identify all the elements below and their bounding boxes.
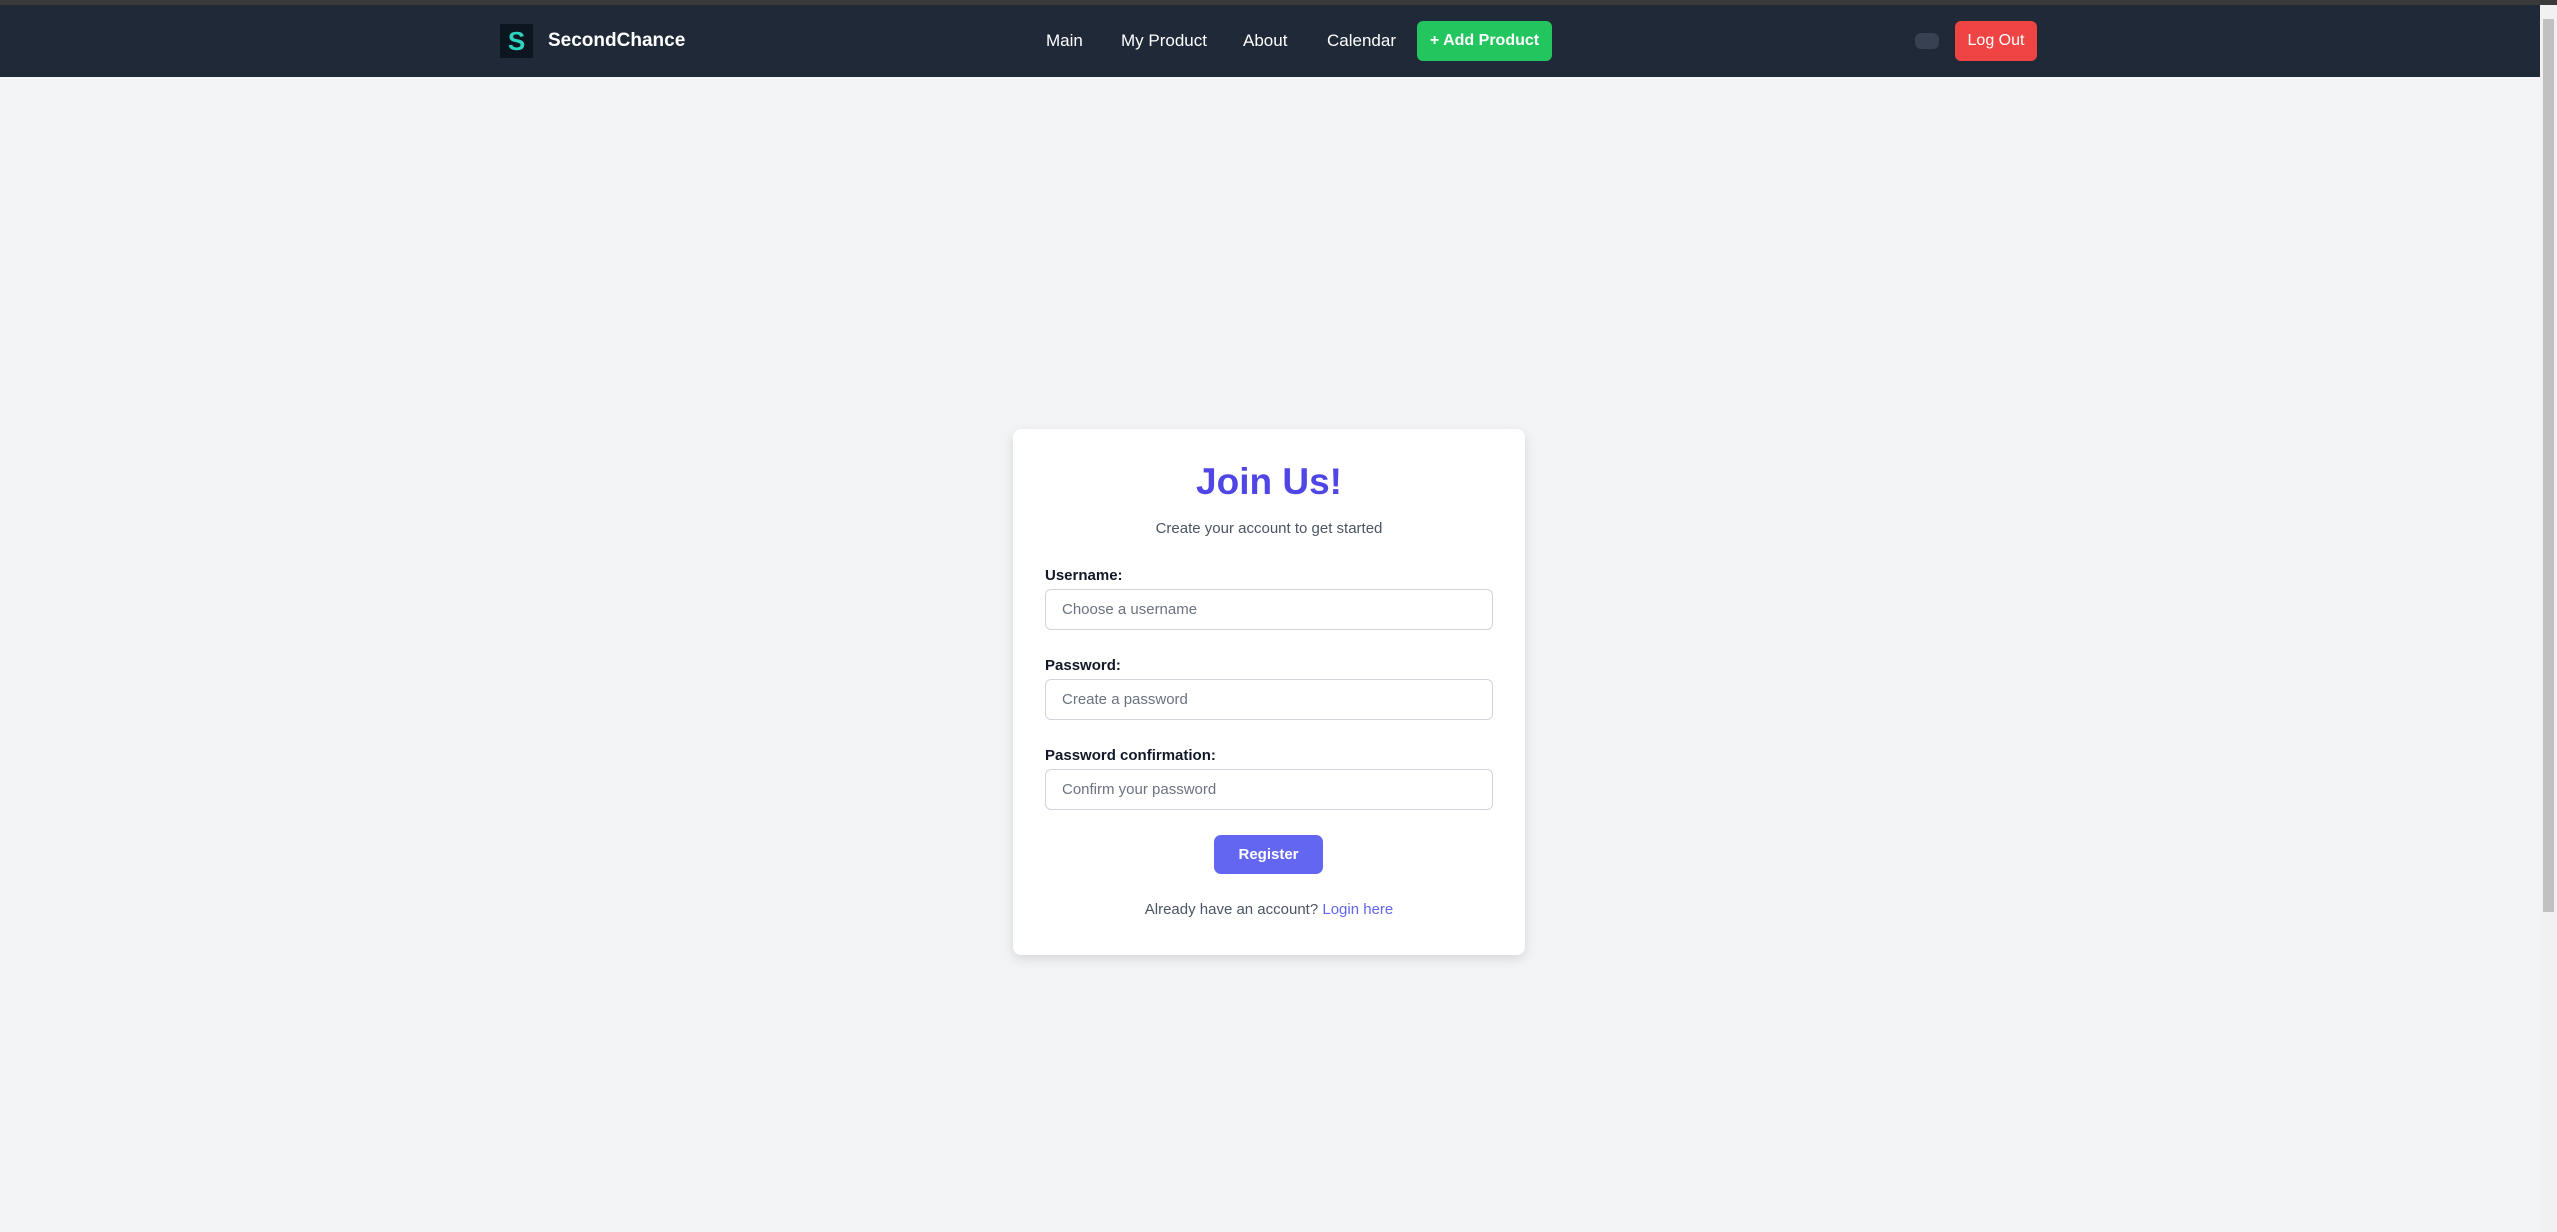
- password-confirmation-input[interactable]: [1045, 769, 1493, 810]
- theme-toggle[interactable]: [1915, 33, 1939, 49]
- add-product-button[interactable]: + Add Product: [1417, 21, 1552, 61]
- password-input[interactable]: [1045, 679, 1493, 720]
- register-card: Join Us! Create your account to get star…: [1013, 429, 1525, 955]
- nav-main[interactable]: Main: [1046, 31, 1083, 51]
- nav-about[interactable]: About: [1243, 31, 1287, 51]
- navbar: S SecondChance Main My Product About Cal…: [0, 5, 2540, 77]
- form-subtitle: Create your account to get started: [1155, 520, 1383, 537]
- login-prompt-text: Already have an account?: [1144, 901, 1319, 918]
- nav-my-product[interactable]: My Product: [1121, 31, 1207, 51]
- brand-name[interactable]: SecondChance: [548, 30, 685, 52]
- nav-calendar[interactable]: Calendar: [1327, 31, 1396, 51]
- scrollbar[interactable]: [2540, 5, 2557, 1232]
- logo-icon[interactable]: S: [500, 24, 533, 58]
- logout-button[interactable]: Log Out: [1955, 21, 2037, 61]
- password-label: Password:: [1045, 657, 1121, 674]
- login-prompt: Already have an account? Login here: [1013, 901, 1525, 918]
- password-confirmation-label: Password confirmation:: [1045, 747, 1216, 764]
- register-button[interactable]: Register: [1214, 835, 1323, 874]
- username-label: Username:: [1045, 567, 1123, 584]
- form-title: Join Us!: [1196, 461, 1342, 502]
- scrollbar-thumb[interactable]: [2543, 19, 2554, 912]
- login-link[interactable]: Login here: [1322, 901, 1393, 918]
- username-input[interactable]: [1045, 589, 1493, 630]
